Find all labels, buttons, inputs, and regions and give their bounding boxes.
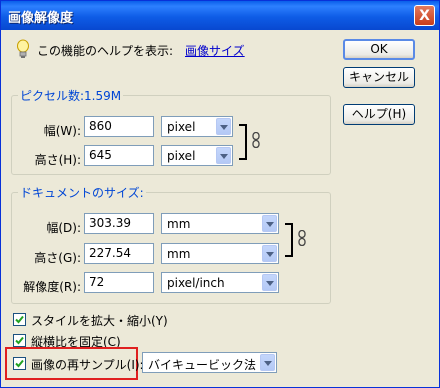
scale-styles-label: スタイルを拡大・縮小(Y) (31, 314, 168, 328)
doc-link-bracket (285, 223, 293, 257)
doc-height-unit-value: mm (167, 247, 191, 261)
resample-method-value: バイキュービック法 (148, 358, 257, 372)
chain-link-icon (252, 132, 260, 148)
chevron-down-icon[interactable] (262, 215, 277, 232)
chain-link-icon (298, 230, 306, 246)
pixel-width-unit-select[interactable]: pixel (161, 116, 233, 137)
doc-height-label: 高さ(G): (34, 251, 81, 265)
checkbox-box[interactable] (13, 357, 26, 370)
ok-button[interactable]: OK (343, 39, 415, 60)
pixel-dimensions-legend: ピクセル数:1.59M (20, 89, 122, 103)
doc-width-input[interactable]: 303.39 (84, 213, 154, 234)
resample-label: 画像の再サンプル(I): (31, 358, 144, 372)
chevron-down-icon[interactable] (216, 147, 231, 164)
document-size-legend: ドキュメントのサイズ: (20, 186, 144, 200)
checkmark-icon (15, 315, 24, 324)
resample-method-select[interactable]: バイキュービック法 (142, 352, 277, 373)
pixel-height-label: 高さ(H): (34, 153, 81, 167)
chevron-down-icon[interactable] (262, 245, 277, 262)
cancel-button[interactable]: キャンセル (343, 67, 415, 88)
resolution-unit-select[interactable]: pixel/inch (161, 272, 279, 293)
checkmark-icon (15, 336, 24, 345)
chevron-down-icon[interactable] (216, 118, 231, 135)
chevron-down-icon[interactable] (262, 274, 277, 291)
chevron-down-icon[interactable] (260, 354, 275, 371)
help-button[interactable]: ヘルプ(H) (343, 104, 415, 125)
pixel-height-unit-select[interactable]: pixel (161, 145, 233, 166)
checkmark-icon (15, 359, 24, 368)
pixel-height-input[interactable]: 645 (84, 145, 154, 166)
resolution-unit-value: pixel/inch (167, 276, 225, 290)
doc-width-label: 幅(D): (46, 221, 81, 235)
title-bar[interactable]: 画像解像度 X (1, 1, 439, 30)
doc-height-unit-select[interactable]: mm (161, 243, 279, 264)
window-title: 画像解像度 (8, 11, 74, 26)
pixel-width-input[interactable]: 860 (84, 116, 154, 137)
resolution-input[interactable]: 72 (84, 272, 154, 293)
help-link[interactable]: 画像サイズ (185, 42, 245, 59)
image-size-dialog: 画像解像度 X この機能のヘルプを表示: 画像サイズ OK キャンセル ヘルプ(… (0, 0, 440, 388)
close-button[interactable]: X (414, 5, 435, 26)
pixel-link-bracket (239, 124, 247, 160)
checkbox-box[interactable] (13, 313, 26, 326)
doc-width-unit-select[interactable]: mm (161, 213, 279, 234)
doc-height-input[interactable]: 227.54 (84, 243, 154, 264)
doc-width-unit-value: mm (167, 217, 191, 231)
checkbox-box[interactable] (13, 334, 26, 347)
pixel-width-label: 幅(W): (43, 124, 81, 138)
help-text: この機能のヘルプを表示: (37, 44, 174, 58)
pixel-height-unit-value: pixel (167, 149, 196, 163)
lightbulb-icon (17, 39, 29, 58)
pixel-width-unit-value: pixel (167, 120, 196, 134)
resolution-label: 解像度(R): (23, 280, 81, 294)
